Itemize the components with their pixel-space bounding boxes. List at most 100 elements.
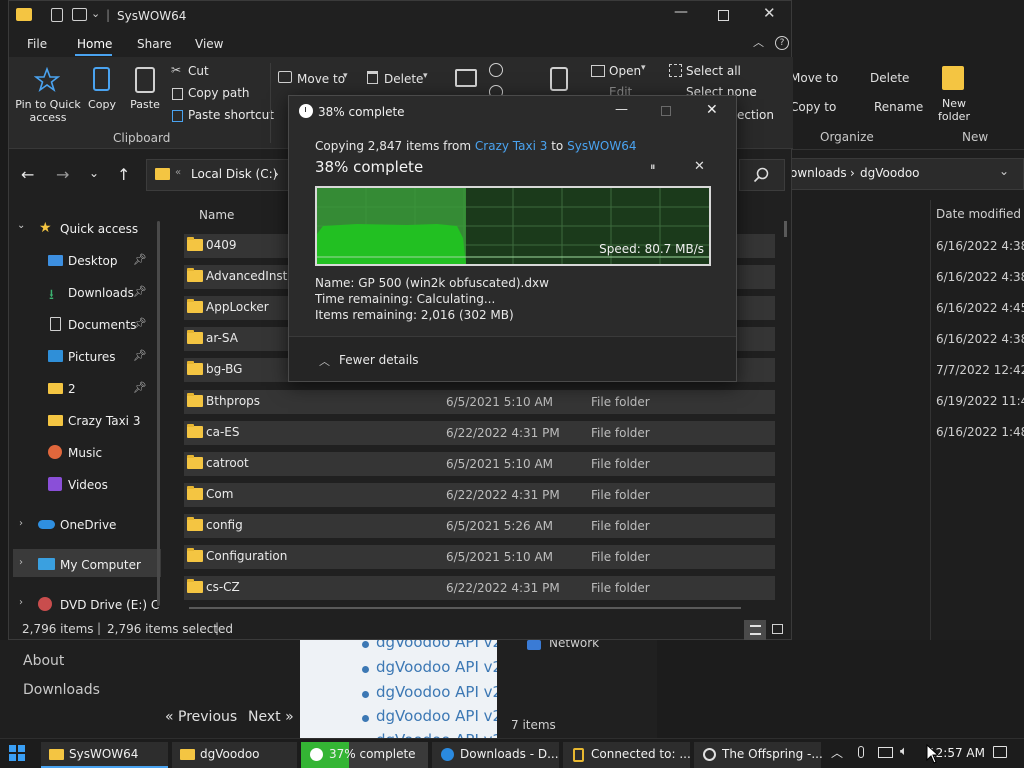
destination-link[interactable]: SysWOW64 xyxy=(567,139,636,153)
microphone-icon[interactable] xyxy=(858,746,864,758)
new-folder-quick-icon[interactable] xyxy=(72,8,87,21)
back-button[interactable]: ← xyxy=(21,165,34,184)
table-row[interactable]: config 6/5/2021 5:26 AM File folder xyxy=(184,514,775,538)
collapse-ribbon-icon[interactable]: ︿ xyxy=(753,34,764,50)
properties-icon[interactable] xyxy=(550,67,568,91)
pause-button[interactable]: ⏸ xyxy=(650,160,656,174)
forward-button[interactable]: → xyxy=(56,165,69,184)
chevron-right-icon[interactable]: › xyxy=(19,597,23,608)
chevron-down-icon[interactable]: ⌄ xyxy=(91,7,100,20)
breadcrumb-dgvoodoo[interactable]: dgVoodoo xyxy=(860,166,920,180)
nav-item-onedrive[interactable]: OneDrive xyxy=(60,518,116,532)
up-button[interactable]: ↑ xyxy=(117,165,130,184)
network-icon[interactable] xyxy=(878,747,893,758)
next-link[interactable]: Next » xyxy=(248,709,294,725)
taskbar-item-browser[interactable]: Downloads - D... xyxy=(432,742,559,768)
downloads-link[interactable]: Downloads xyxy=(23,682,100,698)
nav-scrollbar[interactable] xyxy=(157,221,160,606)
taskbar-item-music-player[interactable]: The Offspring -... xyxy=(694,742,823,768)
help-icon[interactable]: ? xyxy=(775,36,789,50)
nav-item-pictures[interactable]: Pictures xyxy=(68,350,116,364)
pin-to-quick-access-button[interactable]: Pin to Quick access xyxy=(15,98,81,124)
tab-share[interactable]: Share xyxy=(137,37,172,51)
nav-item-crazy-taxi-3[interactable]: Crazy Taxi 3 xyxy=(68,414,140,428)
table-row[interactable]: Bthprops 6/5/2021 5:10 AM File folder xyxy=(184,390,775,414)
paste-shortcut-button[interactable]: Paste shortcut xyxy=(188,108,274,122)
nav-item-documents[interactable]: Documents xyxy=(68,318,136,332)
close-button[interactable]: ✕ xyxy=(706,102,718,118)
table-row[interactable]: catroot 6/5/2021 5:10 AM File folder xyxy=(184,452,775,476)
chevron-down-icon[interactable]: ⌄ xyxy=(999,164,1009,178)
dgvoodoo-link[interactable]: dgVoodoo API v2 xyxy=(376,707,502,725)
taskbar-item-syswow64[interactable]: SysWOW64 xyxy=(41,742,168,768)
source-link[interactable]: Crazy Taxi 3 xyxy=(475,139,547,153)
name-column-header[interactable]: Name xyxy=(199,208,234,222)
properties-icon[interactable] xyxy=(51,8,63,22)
nav-item-music[interactable]: Music xyxy=(68,446,102,460)
horizontal-scrollbar[interactable] xyxy=(189,607,741,609)
delete-button[interactable]: Delete xyxy=(870,71,909,85)
new-folder-button[interactable]: New folder xyxy=(930,97,978,123)
previous-link[interactable]: « Previous xyxy=(165,709,237,725)
table-row[interactable]: cs-CZ 6/22/2022 4:31 PM File folder xyxy=(184,576,775,600)
mouse-cursor-icon xyxy=(926,744,940,764)
nav-item-dvd-drive[interactable]: DVD Drive (E:) Cr xyxy=(60,598,160,612)
delete-button[interactable]: Delete xyxy=(384,72,423,86)
recent-locations-button[interactable]: ⌄ xyxy=(89,166,99,180)
chevron-up-icon[interactable]: ︿ xyxy=(831,744,843,761)
address-path[interactable]: Local Disk (C:) xyxy=(191,167,277,181)
cancel-button[interactable]: ✕ xyxy=(694,159,705,174)
pin-icon[interactable]: 📌︎ xyxy=(133,349,147,362)
table-row[interactable]: Com 6/22/2022 4:31 PM File folder xyxy=(184,483,775,507)
cut-button[interactable]: Cut xyxy=(188,64,209,78)
minimize-button[interactable]: — xyxy=(674,4,688,20)
tab-view[interactable]: View xyxy=(195,37,223,51)
about-link[interactable]: About xyxy=(23,653,64,669)
taskbar-item-dgvoodoo[interactable]: dgVoodoo xyxy=(172,742,297,768)
volume-icon[interactable]: 🔈︎ xyxy=(900,744,908,759)
rename-button[interactable]: Rename xyxy=(874,100,923,114)
dgvoodoo-link[interactable]: dgVoodoo API v2 xyxy=(376,683,502,701)
invert-selection-button[interactable]: ection xyxy=(737,108,774,122)
start-button[interactable] xyxy=(9,745,25,761)
taskbar-item-connection[interactable]: Connected to: ... xyxy=(563,742,691,768)
select-all-button[interactable]: Select all xyxy=(686,64,741,78)
copy-button[interactable]: Copy xyxy=(87,98,117,111)
list-scrollbar[interactable] xyxy=(784,221,787,237)
chevron-right-icon[interactable]: › xyxy=(19,557,23,568)
dgvoodoo-link[interactable]: dgVoodoo API v2 xyxy=(376,658,502,676)
close-button[interactable]: ✕ xyxy=(763,4,776,22)
nav-item-2[interactable]: 2 xyxy=(68,382,76,396)
pin-icon[interactable]: 📌︎ xyxy=(133,317,147,330)
new-item-icon[interactable] xyxy=(489,63,503,77)
large-icons-view-button[interactable] xyxy=(772,624,783,634)
tab-home[interactable]: Home xyxy=(77,37,112,51)
new-folder-icon[interactable] xyxy=(455,69,477,87)
minimize-button[interactable]: — xyxy=(615,102,628,117)
taskbar-item-copy-progress[interactable]: 37% complete xyxy=(301,742,428,768)
move-to-button[interactable]: Move to xyxy=(790,71,838,85)
date-modified-header[interactable]: Date modified xyxy=(936,207,1021,221)
nav-item-desktop[interactable]: Desktop xyxy=(68,254,118,268)
pin-icon[interactable]: 📌︎ xyxy=(133,285,147,298)
breadcrumb-downloads[interactable]: ownloads xyxy=(790,166,847,180)
nav-item-my-computer[interactable]: My Computer xyxy=(60,558,141,572)
copy-path-button[interactable]: Copy path xyxy=(188,86,250,100)
pin-icon[interactable]: 📌︎ xyxy=(133,253,147,266)
maximize-button[interactable] xyxy=(718,10,729,21)
chevron-right-icon[interactable]: › xyxy=(19,518,23,529)
fewer-details-button[interactable]: Fewer details xyxy=(339,353,419,367)
table-row[interactable]: ca-ES 6/22/2022 4:31 PM File folder xyxy=(184,421,775,445)
open-button[interactable]: Open xyxy=(609,64,641,78)
paste-button[interactable]: Paste xyxy=(127,98,163,111)
tab-file[interactable]: File xyxy=(27,37,47,51)
nav-item-downloads[interactable]: Downloads xyxy=(68,286,134,300)
chevron-up-icon[interactable]: ︿ xyxy=(319,353,330,369)
pin-icon[interactable]: 📌︎ xyxy=(133,381,147,394)
copy-to-button[interactable]: Copy to xyxy=(790,100,836,114)
table-row[interactable]: Configuration 6/5/2021 5:10 AM File folder xyxy=(184,545,775,569)
move-to-button[interactable]: Move to xyxy=(297,72,345,86)
nav-item-videos[interactable]: Videos xyxy=(68,478,108,492)
quick-access[interactable]: Quick access xyxy=(60,222,138,236)
notifications-icon[interactable] xyxy=(993,746,1007,758)
